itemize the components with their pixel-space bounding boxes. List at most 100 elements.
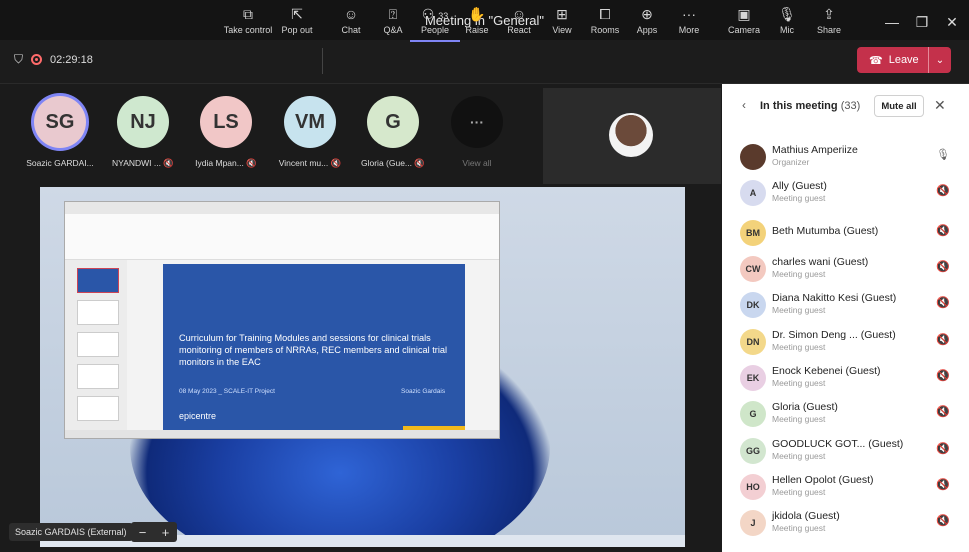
avatar: DN — [740, 329, 766, 355]
avatar: BM — [740, 220, 766, 246]
more-participants-icon: ··· — [451, 96, 503, 148]
mic-off-icon: 🔇 — [414, 158, 425, 168]
presenter-badge: Soazic GARDAIS (External) — [9, 523, 133, 541]
list-item[interactable]: CW charles wani (Guest) Meeting guest 🔇 — [722, 252, 969, 288]
list-item[interactable]: GG GOODLUCK GOT... (Guest) Meeting guest… — [722, 434, 969, 470]
avatar: G — [367, 96, 419, 148]
avatar: J — [740, 510, 766, 536]
participant-name: Beth Mutumba (Guest) — [772, 225, 879, 237]
mic-off-icon: 🔇 — [246, 158, 257, 168]
zoom-in-button[interactable]: + — [162, 525, 170, 540]
mic-off-icon: 🔇 — [936, 225, 950, 237]
shield-icon: ⛉ — [14, 52, 24, 66]
avatar: VM — [284, 96, 336, 148]
shared-screen[interactable]: Curriculum for Training Modules and sess… — [40, 187, 685, 547]
avatar — [740, 144, 766, 170]
participant-role: Organizer — [772, 157, 810, 167]
current-slide: Curriculum for Training Modules and sess… — [163, 264, 465, 432]
recording-icon — [31, 54, 43, 65]
participant-video — [609, 113, 653, 157]
participant-role: Meeting guest — [772, 451, 826, 461]
participant-name: Iydia Mpan... 🔇 — [195, 158, 257, 168]
pop-out-icon: ⇱ — [291, 6, 303, 22]
maximize-button[interactable]: ❐ — [906, 6, 938, 38]
back-chevron-icon[interactable]: ‹ — [742, 98, 746, 112]
ppt-statusbar — [65, 430, 499, 438]
avatar: EK — [740, 365, 766, 391]
avatar: A — [740, 180, 766, 206]
close-window-button[interactable]: ✕ — [936, 6, 968, 38]
view-all-button[interactable]: ··· View all — [437, 96, 517, 168]
participant-role: Meeting guest — [772, 487, 826, 497]
leave-button[interactable]: ☎ Leave ⌄ — [857, 47, 951, 73]
pop-out-button[interactable]: ⇱ Pop out — [272, 4, 322, 42]
gallery-tile-vm[interactable]: VM Vincent mu... 🔇 — [270, 96, 350, 169]
slide-logo: epicentre — [179, 411, 217, 421]
avatar: HO — [740, 474, 766, 500]
mute-all-button[interactable]: Mute all — [874, 95, 924, 117]
zoom-out-button[interactable]: − — [139, 525, 147, 540]
phone-icon: ☎ — [869, 54, 883, 67]
list-item[interactable]: DN Dr. Simon Deng ... (Guest) Meeting gu… — [722, 325, 969, 361]
participant-role: Meeting guest — [772, 305, 826, 315]
list-item[interactable]: J jkidola (Guest) Meeting guest 🔇 — [722, 506, 969, 542]
ppt-titlebar — [65, 202, 499, 214]
meeting-timer: ⛉ 02:29:18 — [14, 52, 93, 67]
list-item[interactable]: HO Hellen Opolot (Guest) Meeting guest 🔇 — [722, 470, 969, 506]
take-control-icon: ⧉ — [243, 6, 253, 22]
thumbnail[interactable] — [77, 364, 119, 389]
thumbnail[interactable] — [77, 332, 119, 357]
minimize-button[interactable]: — — [876, 6, 908, 38]
mic-off-icon: 🔇 — [330, 158, 342, 168]
slide-title: Curriculum for Training Modules and sess… — [179, 333, 448, 367]
list-item[interactable]: A Ally (Guest) Meeting guest 🔇 — [722, 176, 969, 212]
thumbnail[interactable] — [77, 396, 119, 421]
slide-thumbnails — [65, 260, 127, 432]
participant-name: Gloria (Guest) — [772, 401, 838, 413]
gallery-tile-nj[interactable]: NJ NYANDWI ... 🔇 — [103, 96, 183, 169]
participant-name: Diana Nakitto Kesi (Guest) — [772, 292, 897, 304]
leave-options-chevron-icon[interactable]: ⌄ — [929, 55, 951, 66]
avatar: NJ — [117, 96, 169, 148]
mic-off-icon: 🔇 — [936, 515, 950, 527]
more-button[interactable]: ··· More — [664, 4, 714, 42]
mic-off-icon: 🔇 — [936, 261, 950, 273]
participant-name: Hellen Opolot (Guest) — [772, 474, 874, 486]
slide-date: 08 May 2023 _ SCALE-IT Project — [179, 388, 275, 395]
mic-off-icon: 🔇 — [936, 443, 950, 455]
timer-text: 02:29:18 — [50, 53, 93, 66]
share-button[interactable]: ⇪ Share — [804, 4, 854, 42]
close-panel-icon[interactable]: ✕ — [934, 97, 946, 114]
thumbnail[interactable] — [77, 300, 119, 325]
participant-role: Meeting guest — [772, 523, 826, 533]
participants-panel: ‹ In this meeting (33) Mute all ✕ Mathiu… — [722, 84, 969, 552]
avatar: LS — [200, 96, 252, 148]
participant-role: Meeting guest — [772, 193, 826, 203]
participant-name: charles wani (Guest) — [772, 256, 869, 268]
mic-icon: 🎙 — [936, 149, 950, 161]
participant-name: Ally (Guest) — [772, 180, 827, 192]
avatar: CW — [740, 256, 766, 282]
list-item[interactable]: EK Enock Kebenei (Guest) Meeting guest 🔇 — [722, 361, 969, 397]
panel-title: In this meeting (33) — [760, 100, 861, 112]
thumbnail[interactable] — [77, 268, 119, 293]
gallery-tile-g[interactable]: G Gloria (Gue... 🔇 — [353, 96, 433, 169]
participant-role: Meeting guest — [772, 414, 826, 424]
list-item[interactable]: G Gloria (Guest) Meeting guest 🔇 — [722, 397, 969, 433]
more-icon: ··· — [682, 6, 696, 22]
mic-off-icon: 🔇 — [936, 334, 950, 346]
avatar: G — [740, 401, 766, 427]
list-item[interactable]: DK Diana Nakitto Kesi (Guest) Meeting gu… — [722, 288, 969, 324]
gallery-tile-ls[interactable]: LS Iydia Mpan... 🔇 — [186, 96, 266, 169]
mic-off-icon: 🔇 — [936, 297, 950, 309]
mic-off-icon: 🔇 — [936, 406, 950, 418]
list-item[interactable]: BM Beth Mutumba (Guest) 🔇 — [722, 216, 969, 252]
take-control-button[interactable]: ⧉ Take control — [222, 4, 274, 42]
participant-role: Meeting guest — [772, 378, 826, 388]
participant-role: Meeting guest — [772, 269, 826, 279]
gallery-tile-sg[interactable]: SG Soazic GARDAI... — [20, 96, 100, 168]
powerpoint-window[interactable]: Curriculum for Training Modules and sess… — [64, 201, 500, 439]
slide-author: Soazic Gardais — [401, 388, 446, 395]
list-item[interactable]: Mathius Amperiize Organizer 🎙 — [722, 140, 969, 176]
mic-off-icon: 🔇 — [163, 158, 174, 168]
